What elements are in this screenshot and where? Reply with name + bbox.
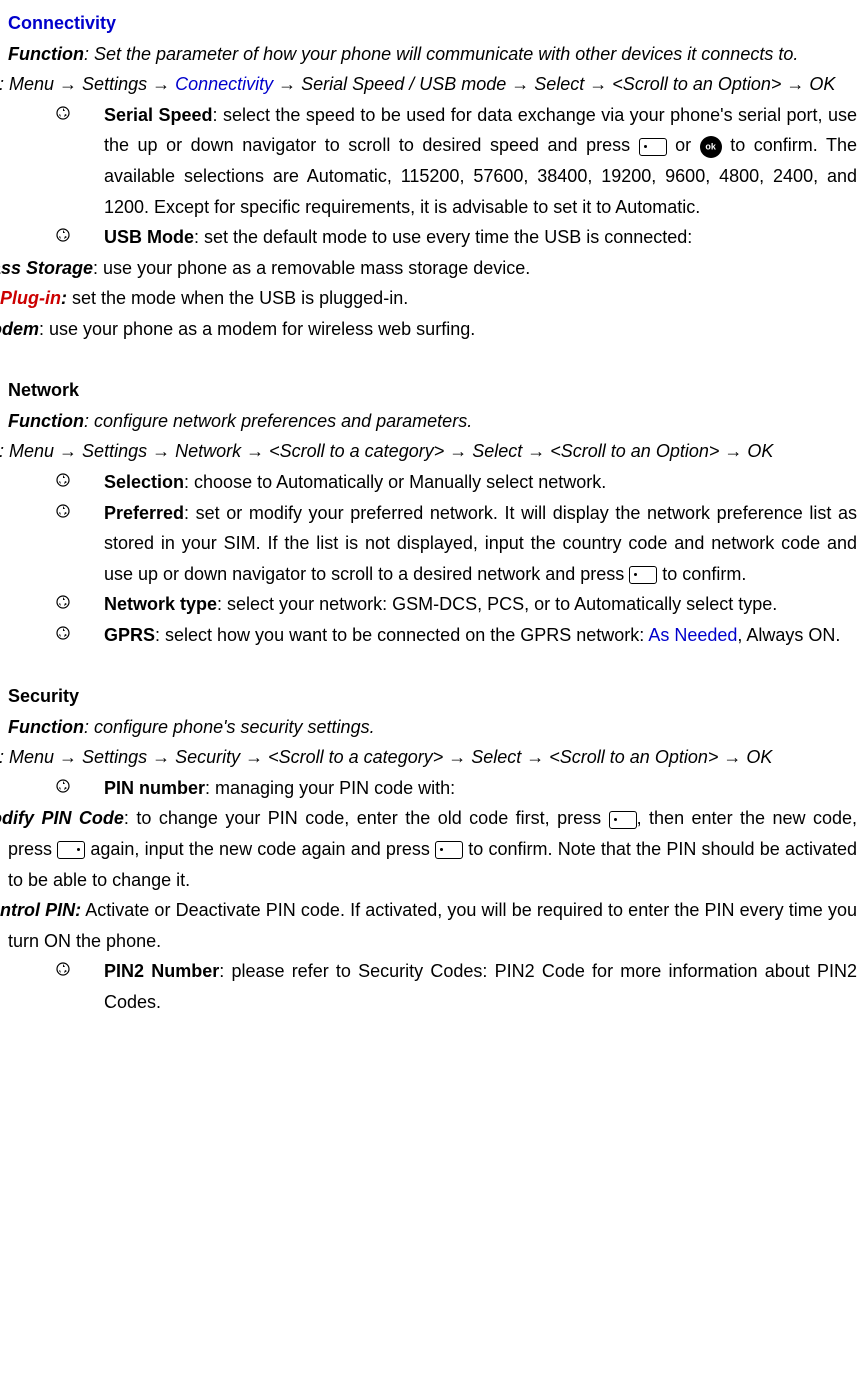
gprs-text2: , Always ON. bbox=[737, 625, 840, 645]
path-seg: Select bbox=[529, 74, 589, 94]
ok-button-icon bbox=[700, 136, 722, 158]
function-label: Function bbox=[8, 411, 84, 431]
modem-text: : use your phone as a modem for wireless… bbox=[39, 319, 475, 339]
preferred-text2: to confirm. bbox=[657, 564, 746, 584]
path-seg: OK bbox=[804, 74, 835, 94]
path-seg: <Scroll to a category> bbox=[263, 747, 448, 767]
path-seg: <Scroll to an Option> bbox=[607, 74, 786, 94]
plugin-label: Plug-in bbox=[0, 288, 61, 308]
path-seg: Settings bbox=[77, 747, 152, 767]
recycle-bullet-icon bbox=[56, 589, 104, 620]
path-seg: Select bbox=[466, 747, 526, 767]
preferred-label: Preferred bbox=[104, 503, 184, 523]
path-seg: Settings bbox=[77, 74, 152, 94]
plugin-text: set the mode when the USB is plugged-in. bbox=[67, 288, 408, 308]
pin2-label: PIN2 Number bbox=[104, 961, 219, 981]
recycle-bullet-icon bbox=[56, 467, 104, 498]
path-seg: : Menu bbox=[0, 74, 59, 94]
modify-pin-label: Modify PIN Code bbox=[0, 808, 124, 828]
path-seg: : Menu bbox=[0, 441, 59, 461]
pin-number-text: : managing your PIN code with: bbox=[205, 778, 455, 798]
path-seg: : Menu bbox=[0, 747, 59, 767]
modify-pin-text1: : to change your PIN code, enter the old… bbox=[124, 808, 609, 828]
gprs-label: GPRS bbox=[104, 625, 155, 645]
path-text: : Menu → Settings → Connectivity → Seria… bbox=[0, 74, 835, 94]
function-text: : configure phone's security settings. bbox=[84, 717, 375, 737]
function-label: Function bbox=[8, 44, 84, 64]
softkey-right-icon bbox=[57, 841, 85, 859]
softkey-left-icon bbox=[639, 138, 667, 156]
recycle-bullet-icon bbox=[56, 956, 104, 1017]
path-seg: OK bbox=[741, 747, 772, 767]
function-text: : configure network preferences and para… bbox=[84, 411, 472, 431]
mass-storage-label: Mass Storage bbox=[0, 258, 93, 278]
path-seg: Connectivity bbox=[170, 74, 278, 94]
path-seg: <Scroll to a category> bbox=[264, 441, 449, 461]
connectivity-title: Connectivity bbox=[8, 13, 116, 33]
recycle-bullet-icon bbox=[56, 620, 104, 651]
mass-storage-text: : use your phone as a removable mass sto… bbox=[93, 258, 530, 278]
usb-mode-text: : set the default mode to use every time… bbox=[194, 227, 692, 247]
network-type-text: : select your network: GSM-DCS, PCS, or … bbox=[217, 594, 777, 614]
path-seg: Security bbox=[170, 747, 245, 767]
softkey-left-icon bbox=[629, 566, 657, 584]
softkey-left-icon bbox=[609, 811, 637, 829]
gprs-as-needed: As Needed bbox=[648, 625, 737, 645]
modify-pin-text3: again, input the new code again and pres… bbox=[85, 839, 435, 859]
path-seg: Serial Speed / USB mode bbox=[296, 74, 511, 94]
path-seg: <Scroll to an Option> bbox=[545, 441, 724, 461]
function-label: Function bbox=[8, 717, 84, 737]
bullet-selection: Selection: choose to Automatically or Ma… bbox=[56, 467, 857, 498]
selection-text: : choose to Automatically or Manually se… bbox=[184, 472, 606, 492]
recycle-bullet-icon bbox=[56, 498, 104, 590]
network-title: Network bbox=[8, 380, 79, 400]
bullet-preferred: Preferred: set or modify your preferred … bbox=[56, 498, 857, 590]
bullet-usb-mode: USB Mode: set the default mode to use ev… bbox=[56, 222, 857, 253]
path-seg: Network bbox=[170, 441, 246, 461]
network-type-label: Network type bbox=[104, 594, 217, 614]
path-text: : Menu → Settings → Network → <Scroll to… bbox=[0, 441, 773, 461]
bullet-pin-number: PIN number: managing your PIN code with: bbox=[56, 773, 857, 804]
gprs-text1: : select how you want to be connected on… bbox=[155, 625, 648, 645]
path-seg: <Scroll to an Option> bbox=[544, 747, 723, 767]
path-seg: OK bbox=[742, 441, 773, 461]
path-text: : Menu → Settings → Security → <Scroll t… bbox=[0, 747, 772, 767]
softkey-left-icon bbox=[435, 841, 463, 859]
path-seg: Select bbox=[467, 441, 527, 461]
recycle-bullet-icon bbox=[56, 773, 104, 804]
pin-number-label: PIN number bbox=[104, 778, 205, 798]
bullet-pin2-number: PIN2 Number: please refer to Security Co… bbox=[56, 956, 857, 1017]
serial-speed-label: Serial Speed bbox=[104, 105, 213, 125]
function-text: : Set the parameter of how your phone wi… bbox=[84, 44, 798, 64]
bullet-gprs: GPRS: select how you want to be connecte… bbox=[56, 620, 857, 651]
control-pin-text: Activate or Deactivate PIN code. If acti… bbox=[8, 900, 857, 951]
bullet-network-type: Network type: select your network: GSM-D… bbox=[56, 589, 857, 620]
recycle-bullet-icon bbox=[56, 222, 104, 253]
serial-or: or bbox=[667, 135, 700, 155]
recycle-bullet-icon bbox=[56, 100, 104, 222]
bullet-serial-speed: Serial Speed: select the speed to be use… bbox=[56, 100, 857, 222]
security-title: Security bbox=[8, 686, 79, 706]
usb-mode-label: USB Mode bbox=[104, 227, 194, 247]
control-pin-label: Control PIN: bbox=[0, 900, 81, 920]
selection-label: Selection bbox=[104, 472, 184, 492]
path-seg: Settings bbox=[77, 441, 152, 461]
modem-label: Modem bbox=[0, 319, 39, 339]
